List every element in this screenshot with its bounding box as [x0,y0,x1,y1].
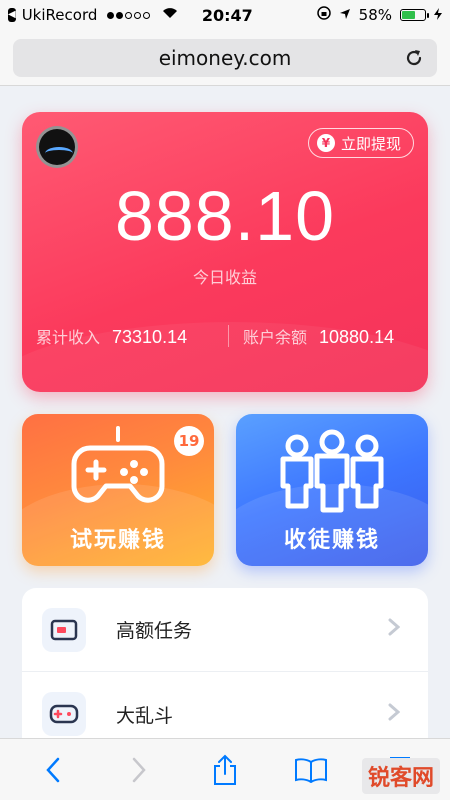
total-income-label: 累计收入 [36,328,101,347]
reload-icon[interactable] [403,47,425,69]
back-to-app-icon[interactable]: ◀ [8,8,16,22]
card-icon [42,607,86,652]
withdraw-button[interactable]: ¥ 立即提现 [307,128,414,158]
gamepad-icon [42,692,86,736]
battery-fill [402,11,415,19]
browser-address-bar: eimoney.com [0,30,450,86]
list-item-battle-royale[interactable]: 大乱斗 [22,672,428,738]
watermark: 锐客网 [361,758,440,794]
carrier-name: UkiRecord [21,6,98,24]
balance-stat: 账户余额 10880.14 [229,324,394,348]
recruit-to-earn-label: 收徒赚钱 [283,528,380,553]
recruit-to-earn-tile[interactable]: 收徒赚钱 [236,414,428,566]
play-to-earn-tile[interactable]: 19 试玩赚钱 [22,414,214,566]
list-item-label: 高额任务 [116,620,193,642]
play-to-earn-label: 试玩赚钱 [69,528,166,553]
total-income-value: 73310.14 [112,327,188,347]
yen-icon: ¥ [316,134,335,152]
share-button[interactable] [205,750,245,790]
forward-button[interactable] [119,750,159,790]
battery-percent: 58% [358,6,392,24]
avatar[interactable] [36,126,78,168]
bookmarks-button[interactable] [291,750,331,790]
game-count-badge: 19 [174,426,204,456]
withdraw-label: 立即提现 [340,134,401,153]
stats-row: 累计收入 73310.14 账户余额 10880.14 [22,324,428,348]
location-icon [339,6,351,24]
status-bar: ◀ UkiRecord 20:47 58% [0,0,450,30]
gamepad-icon [68,426,168,520]
balance-value: 10880.14 [319,327,395,347]
task-list: 高额任务 大乱斗 [22,588,428,738]
earnings-card: ¥ 立即提现 888.10 今日收益 累计收入 73310.14 账户余额 10… [22,112,428,392]
people-icon [277,426,387,520]
charging-icon [434,6,442,24]
back-button[interactable] [33,750,73,790]
today-earnings-label: 今日收益 [192,268,257,287]
total-income-stat: 累计收入 73310.14 [22,324,228,348]
chevron-right-icon [388,617,401,642]
rotation-lock-icon [316,6,331,24]
status-right: 58% [316,6,442,24]
url-text: eimoney.com [158,45,292,70]
status-time: 20:47 [201,5,253,25]
balance-label: 账户余额 [243,328,308,347]
list-item-high-reward-tasks[interactable]: 高额任务 [22,588,428,672]
url-field[interactable]: eimoney.com [13,38,437,77]
chevron-right-icon [388,702,401,727]
list-item-label: 大乱斗 [116,704,174,727]
today-earnings-amount: 888.10 [114,177,336,255]
battery-icon [400,9,429,21]
